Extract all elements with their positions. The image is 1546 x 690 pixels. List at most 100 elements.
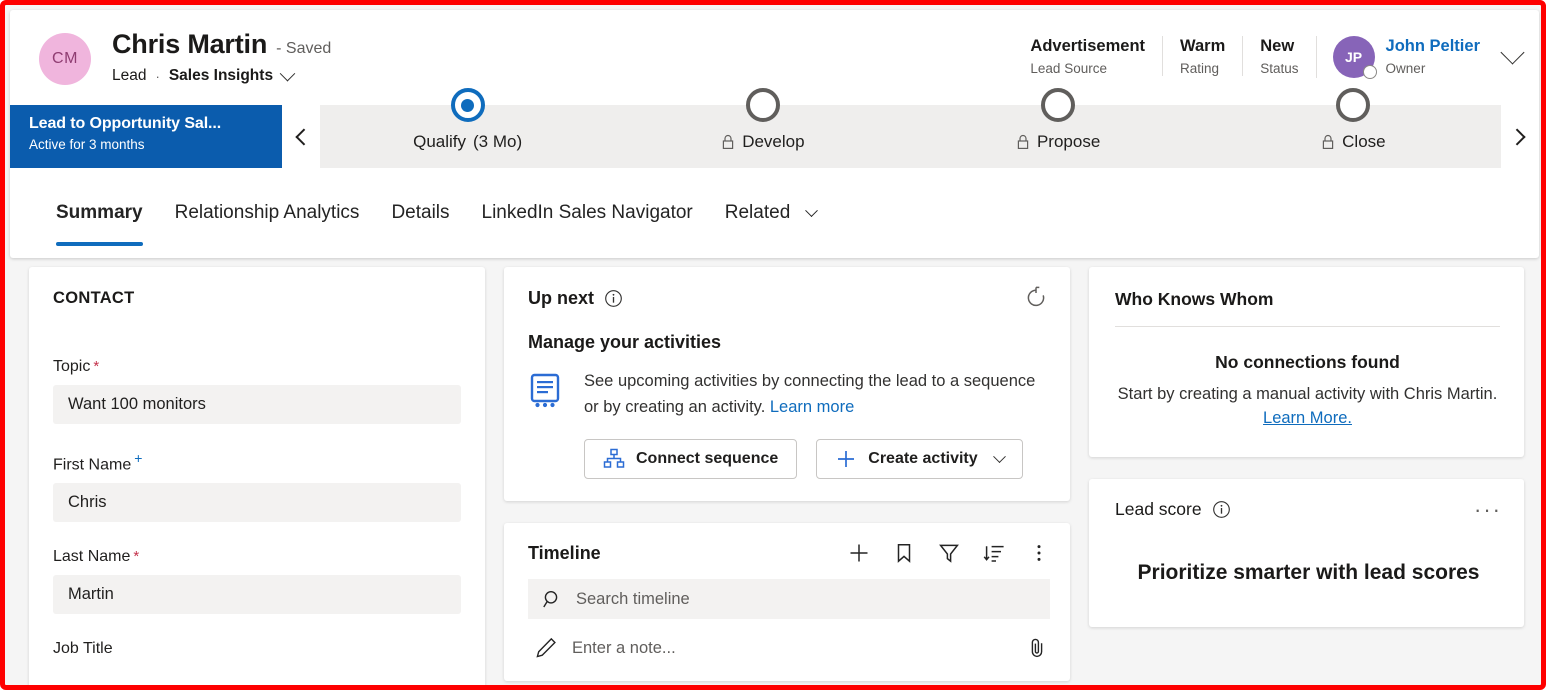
app-name-label: Sales Insights [169, 67, 273, 85]
tab-linkedin-sales-navigator[interactable]: LinkedIn Sales Navigator [466, 194, 709, 232]
button-label: Connect sequence [636, 450, 778, 468]
refresh-icon[interactable] [1024, 286, 1048, 310]
page-title: Chris Martin [112, 30, 267, 58]
stage-label: Propose [1037, 132, 1100, 152]
process-scroll-right-button[interactable] [1501, 105, 1539, 168]
field-first-name: First Name+ Chris [53, 450, 461, 522]
divider [1115, 326, 1500, 327]
process-duration: Active for 3 months [29, 137, 282, 152]
tab-label: LinkedIn Sales Navigator [482, 202, 693, 223]
chevron-right-icon [1509, 128, 1526, 145]
tab-label: Related [725, 202, 791, 223]
required-marker-icon: * [133, 548, 139, 565]
entity-type-label: Lead [112, 67, 146, 85]
process-name-block[interactable]: Lead to Opportunity Sal... Active for 3 … [10, 105, 282, 168]
process-stage-develop[interactable]: Develop [615, 105, 910, 168]
owner-avatar-initials: JP [1345, 49, 1362, 65]
lead-score-more-options-icon[interactable]: ··· [1474, 499, 1502, 521]
topic-input[interactable]: Want 100 monitors [53, 385, 461, 424]
filter-icon[interactable] [938, 542, 960, 564]
create-activity-button[interactable]: Create activity [816, 439, 1022, 479]
tab-label: Summary [56, 202, 143, 223]
tab-relationship-analytics[interactable]: Relationship Analytics [159, 194, 376, 232]
lock-icon [721, 134, 735, 150]
process-stage-qualify[interactable]: Qualify (3 Mo) [320, 105, 615, 168]
stage-label: Close [1342, 132, 1385, 152]
tab-summary[interactable]: Summary [40, 194, 159, 232]
avatar-initials: CM [52, 50, 78, 68]
form-body: CONTACT Topic* Want 100 monitors First N… [10, 267, 1536, 685]
add-timeline-record-icon[interactable] [848, 542, 870, 564]
field-label: Topic [53, 358, 90, 375]
up-next-card: Up next Manage your activities [504, 267, 1070, 501]
owner-role-label: Owner [1386, 61, 1480, 76]
more-options-icon[interactable] [1028, 542, 1050, 564]
timeline-note-placeholder: Enter a note... [572, 639, 1012, 658]
chevron-down-icon [993, 450, 1006, 463]
header-summary-fields: Advertisement Lead Source Warm Rating Ne… [1013, 36, 1521, 88]
tab-details[interactable]: Details [375, 194, 465, 232]
tab-bar: Summary Relationship Analytics Details L… [10, 168, 1539, 258]
stage-label: Develop [742, 132, 804, 152]
learn-more-link[interactable]: Learn more [770, 398, 854, 416]
field-label: First Name [53, 456, 131, 473]
process-stage-propose[interactable]: Propose [911, 105, 1206, 168]
attachment-icon[interactable] [1026, 637, 1048, 659]
sort-descending-icon[interactable] [983, 542, 1005, 564]
record-identity: CM Chris Martin - Saved Lead · Sales Ins… [39, 30, 331, 85]
required-marker-icon: * [93, 358, 99, 375]
sequence-hierarchy-icon [603, 448, 625, 470]
search-icon [542, 589, 563, 610]
avatar: CM [39, 33, 91, 85]
rating-value: Warm [1180, 36, 1225, 57]
process-name: Lead to Opportunity Sal... [29, 115, 282, 133]
field-topic: Topic* Want 100 monitors [53, 358, 461, 424]
lead-score-title: Lead score [1115, 499, 1202, 520]
connect-sequence-button[interactable]: Connect sequence [584, 439, 797, 479]
lead-score-promo-text: Prioritize smarter with lead scores [1115, 561, 1502, 585]
header-field-status[interactable]: New Status [1242, 36, 1315, 76]
last-name-input[interactable]: Martin [53, 575, 461, 614]
stage-label: Qualify [413, 132, 466, 152]
lead-source-value: Advertisement [1030, 36, 1145, 57]
owner-name-link[interactable]: John Peltier [1386, 36, 1480, 57]
timeline-search-input[interactable]: Search timeline [528, 579, 1050, 619]
header-field-owner[interactable]: JP John Peltier Owner [1316, 36, 1480, 78]
header-field-lead-source[interactable]: Advertisement Lead Source [1013, 36, 1162, 76]
field-label: Last Name [53, 548, 130, 565]
activity-column: Up next Manage your activities [504, 267, 1070, 685]
stage-marker-icon [1336, 88, 1370, 122]
record-header: CM Chris Martin - Saved Lead · Sales Ins… [10, 10, 1539, 105]
first-name-input[interactable]: Chris [53, 483, 461, 522]
lead-source-label: Lead Source [1030, 61, 1145, 76]
lead-score-card: Lead score ··· Prioritize smarter with l… [1089, 479, 1524, 627]
breadcrumb-separator: · [155, 69, 159, 84]
chevron-down-icon[interactable] [280, 66, 296, 82]
contact-column: CONTACT Topic* Want 100 monitors First N… [29, 267, 485, 685]
stage-marker-icon [1041, 88, 1075, 122]
who-knows-whom-learn-more-link[interactable]: Learn More. [1263, 409, 1352, 427]
who-knows-whom-card: Who Knows Whom No connections found Star… [1089, 267, 1524, 457]
timeline-note-input[interactable]: Enter a note... [528, 636, 1050, 660]
app-window: CM Chris Martin - Saved Lead · Sales Ins… [0, 0, 1546, 690]
header-field-rating[interactable]: Warm Rating [1162, 36, 1242, 76]
info-icon[interactable] [604, 289, 623, 308]
activity-list-icon [528, 372, 566, 410]
insights-column: Who Knows Whom No connections found Star… [1089, 267, 1524, 685]
process-stage-close[interactable]: Close [1206, 105, 1501, 168]
chevron-left-icon [295, 128, 312, 145]
timeline-title: Timeline [528, 543, 601, 564]
bookmark-icon[interactable] [893, 542, 915, 564]
status-value: New [1260, 36, 1298, 57]
record-header-panel: CM Chris Martin - Saved Lead · Sales Ins… [10, 10, 1539, 258]
contact-card: CONTACT Topic* Want 100 monitors First N… [29, 267, 485, 690]
tab-related[interactable]: Related [709, 194, 832, 232]
process-scroll-left-button[interactable] [282, 105, 320, 168]
expand-header-chevron-icon[interactable] [1500, 40, 1524, 64]
business-process-flow: Lead to Opportunity Sal... Active for 3 … [10, 105, 1539, 168]
recommended-marker-icon: + [134, 450, 142, 466]
info-icon[interactable] [1212, 500, 1231, 519]
tab-label: Relationship Analytics [175, 202, 360, 223]
timeline-search-placeholder: Search timeline [576, 590, 690, 609]
who-knows-whom-empty-description: Start by creating a manual activity with… [1118, 385, 1498, 403]
